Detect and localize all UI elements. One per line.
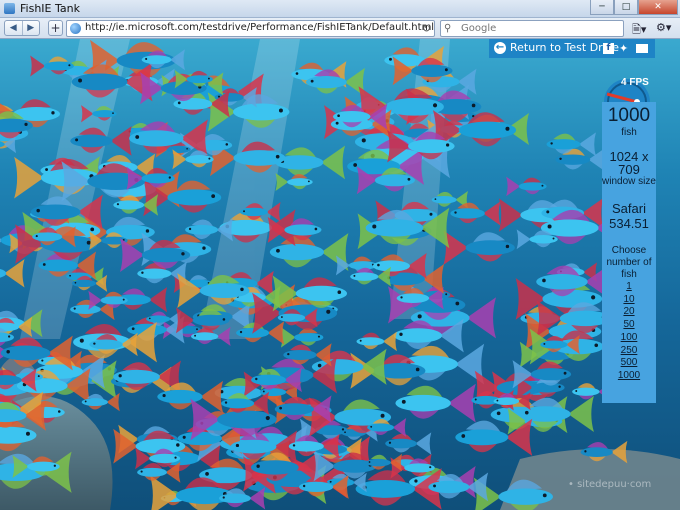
fish: [280, 327, 324, 348]
fish: [275, 145, 346, 180]
fish: [385, 432, 432, 455]
fps-readout: 4 FPS: [621, 77, 649, 88]
fish-option[interactable]: 1: [602, 281, 656, 294]
search-input[interactable]: [461, 22, 617, 35]
test-drive-banner: ← Return to Test Drive f ✦: [489, 39, 655, 58]
fish: [443, 230, 515, 265]
fish-count: 1000: [607, 105, 651, 126]
maximize-button[interactable]: □: [614, 0, 638, 15]
fish: [269, 233, 349, 272]
browser-toolbar: ◀ ▶ + http://ie.microsoft.com/testdrive/…: [0, 18, 680, 39]
url-text[interactable]: http://ie.microsoft.com/testdrive/Perfor…: [85, 22, 434, 33]
search-icon: ⚲: [444, 23, 452, 34]
nav-buttons: ◀ ▶: [4, 20, 40, 36]
fish: [506, 176, 547, 197]
window-size-value: 1024 x 709: [609, 149, 649, 177]
tools-menu-icon[interactable]: ⚙▾: [656, 21, 671, 34]
fish-option[interactable]: 1000: [602, 370, 656, 383]
new-tab-icon[interactable]: +: [48, 20, 63, 36]
address-bar[interactable]: http://ie.microsoft.com/testdrive/Perfor…: [66, 20, 435, 37]
fish-tank-canvas: [0, 39, 680, 510]
window-title: FishIE Tank: [20, 2, 80, 15]
facebook-icon[interactable]: f: [603, 43, 614, 54]
fish: [395, 383, 476, 423]
browser-version: 534.51: [609, 216, 649, 231]
watermark: • sitedepuu·com: [568, 479, 652, 490]
page-menu-icon[interactable]: 🗎▾: [632, 21, 646, 40]
close-button[interactable]: ✕: [638, 0, 678, 15]
fish-tank-viewport: ← Return to Test Drive f ✦ 4 FPS 1000 fi…: [0, 39, 680, 510]
choose-fish-label: Choose number of fish: [606, 245, 652, 280]
fish-option[interactable]: 250: [602, 345, 656, 358]
title-bar: FishIE Tank ─ □ ✕: [0, 0, 680, 18]
fish: [450, 201, 501, 226]
fish-option[interactable]: 50: [602, 319, 656, 332]
fish-count-label: fish: [621, 127, 637, 138]
browser-name: Safari: [612, 201, 646, 216]
return-arrow-icon[interactable]: ←: [494, 42, 506, 54]
fish-option[interactable]: 500: [602, 357, 656, 370]
twitter-icon[interactable]: ✦: [619, 42, 628, 55]
globe-icon: [70, 23, 81, 34]
stats-panel: 1000 fish 1024 x 709 window size Safari …: [602, 102, 656, 403]
fish-option[interactable]: 100: [602, 332, 656, 345]
search-box[interactable]: ⚲: [440, 20, 624, 37]
email-icon[interactable]: [636, 44, 648, 53]
fish-count-options: 1 10 20 50 100 250 500 1000: [602, 281, 656, 383]
minimize-button[interactable]: ─: [590, 0, 614, 15]
fish: [0, 259, 25, 288]
window-size-label: window size: [602, 176, 656, 187]
fish: [275, 173, 313, 192]
fish-option[interactable]: 10: [602, 294, 656, 307]
fish: [356, 331, 397, 352]
fish-option[interactable]: 20: [602, 306, 656, 319]
window-controls: ─ □ ✕: [590, 0, 678, 16]
reload-icon[interactable]: ↻: [422, 22, 431, 35]
forward-icon[interactable]: ▶: [21, 21, 40, 35]
back-icon[interactable]: ◀: [5, 21, 22, 35]
app-icon: [4, 3, 15, 14]
